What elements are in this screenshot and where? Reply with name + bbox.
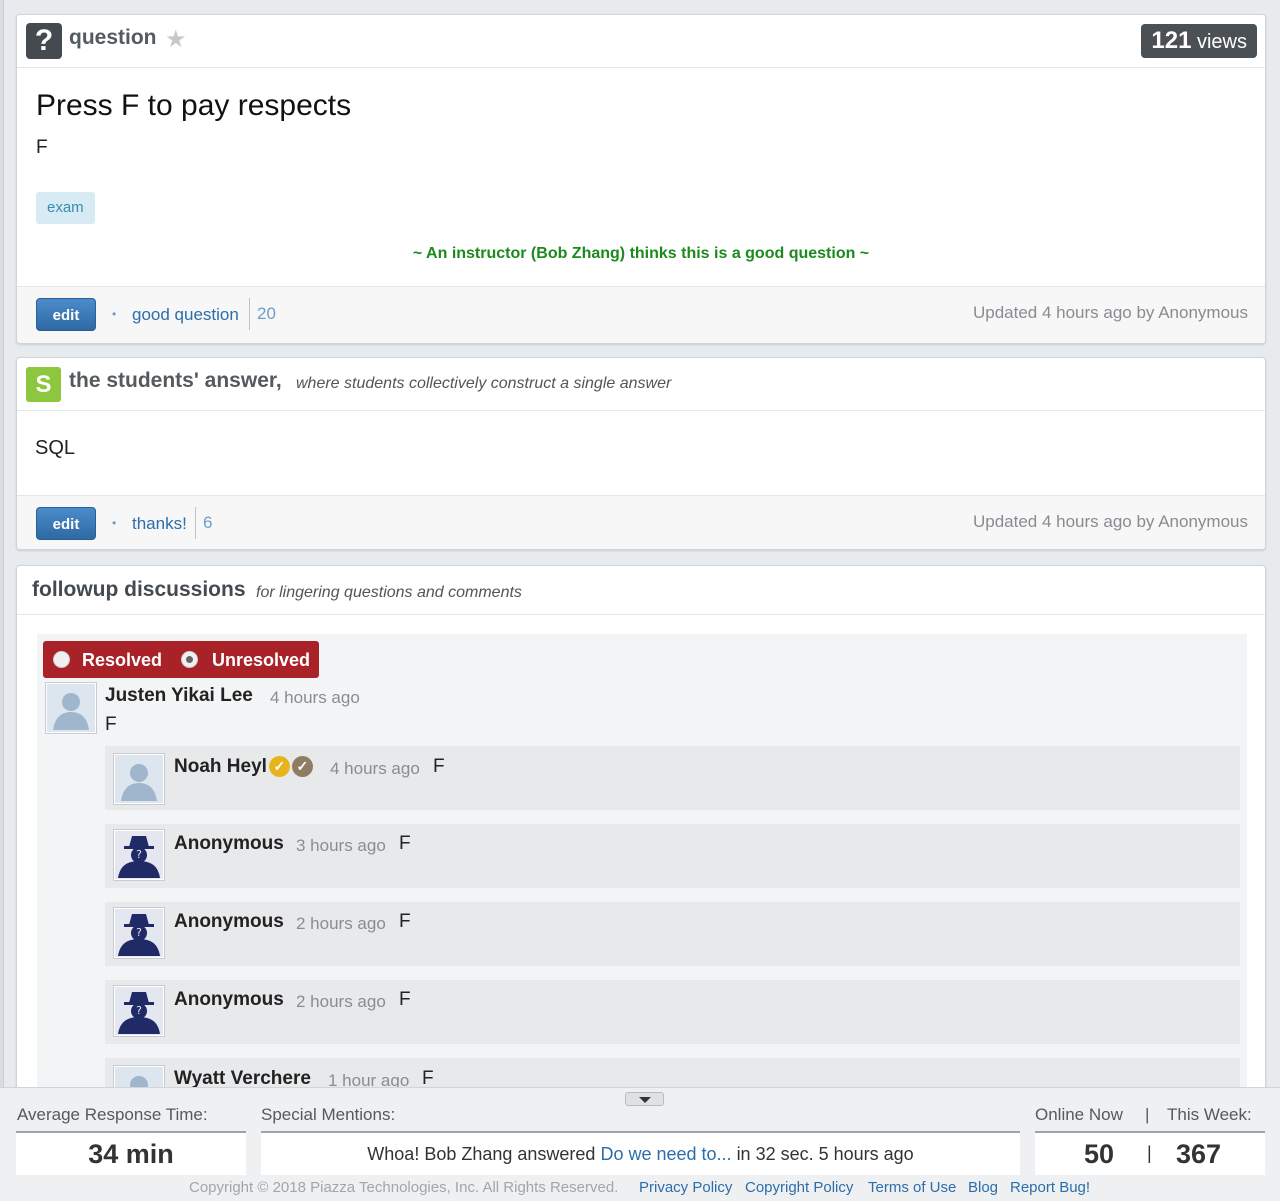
- this-week-value: 367: [1176, 1139, 1222, 1169]
- anonymous-icon: ?: [115, 831, 163, 879]
- followup-card: followup discussions for lingering quest…: [16, 565, 1266, 1105]
- students-answer-footer: edit • thanks! 6 Updated 4 hours ago by …: [17, 495, 1265, 549]
- question-header: ? question ★ 121 views: [17, 15, 1265, 68]
- reply-time: 3 hours ago: [296, 836, 386, 855]
- reply-time: 2 hours ago: [296, 914, 386, 933]
- reply-time: 4 hours ago: [330, 759, 420, 778]
- copyright-policy-link[interactable]: Copyright Policy: [745, 1179, 853, 1196]
- stats-bar: Average Response Time: Special Mentions:…: [0, 1087, 1280, 1201]
- report-bug-link[interactable]: Report Bug!: [1010, 1179, 1090, 1196]
- students-answer-card: S the students' answer, where students c…: [16, 357, 1266, 550]
- views-badge: 121 views: [1141, 24, 1257, 58]
- question-title: Press F to pay respects: [36, 89, 352, 122]
- students-answer-title: the students' answer,: [69, 369, 282, 392]
- avg-response-label: Average Response Time:: [17, 1105, 208, 1124]
- privacy-policy-link[interactable]: Privacy Policy: [639, 1179, 732, 1196]
- copyright-text: Copyright © 2018 Piazza Technologies, In…: [189, 1179, 619, 1196]
- good-question-count: 20: [249, 298, 276, 330]
- unresolved-radio[interactable]: [181, 651, 198, 668]
- terms-of-use-link[interactable]: Terms of Use: [868, 1179, 956, 1196]
- separator-dot: •: [112, 516, 117, 530]
- stats-separator: |: [1145, 1105, 1150, 1124]
- online-now-label: Online Now: [1035, 1105, 1123, 1124]
- comment-time: 4 hours ago: [270, 688, 360, 707]
- reply-text: F: [399, 833, 411, 854]
- unresolved-label[interactable]: Unresolved: [212, 650, 310, 671]
- left-edge: [0, 0, 4, 1201]
- reply-item: ? Anonymous 2 hours ago F: [105, 902, 1240, 966]
- anonymous-icon: ?: [115, 909, 163, 957]
- students-answer-header: S the students' answer, where students c…: [17, 358, 1265, 411]
- question-footer: edit • good question 20 Updated 4 hours …: [17, 286, 1265, 343]
- students-badge-icon: S: [26, 367, 61, 402]
- mention-link[interactable]: Do we need to...: [600, 1144, 731, 1164]
- reply-item: Noah Heyl ✓ ✓ 4 hours ago F: [105, 746, 1240, 810]
- mention-text-post: in 32 sec. 5 hours ago: [736, 1144, 914, 1164]
- good-question-link[interactable]: good question: [132, 305, 239, 325]
- person-icon: [47, 684, 95, 732]
- blog-link[interactable]: Blog: [968, 1179, 998, 1196]
- views-label: views: [1196, 31, 1247, 53]
- avatar-anonymous: ?: [113, 907, 165, 959]
- mention-text-pre: Whoa! Bob Zhang answered: [367, 1144, 596, 1164]
- avatar-placeholder: [113, 753, 165, 805]
- reply-author[interactable]: Noah Heyl ✓ ✓: [174, 756, 313, 778]
- reply-author-name: Noah Heyl: [174, 756, 267, 777]
- edit-answer-button[interactable]: edit: [36, 507, 96, 540]
- svg-text:?: ?: [136, 848, 142, 861]
- special-mention: Whoa! Bob Zhang answered Do we need to..…: [261, 1131, 1020, 1175]
- separator-dot: •: [112, 307, 117, 321]
- thanks-link[interactable]: thanks!: [132, 514, 187, 534]
- special-mentions-label: Special Mentions:: [261, 1105, 396, 1124]
- reply-author[interactable]: Anonymous: [174, 911, 284, 933]
- avatar-placeholder: [45, 682, 97, 734]
- students-answer-subtitle: where students collectively construct a …: [296, 375, 672, 392]
- svg-text:?: ?: [136, 926, 142, 939]
- reply-item: ? Anonymous 2 hours ago F: [105, 980, 1240, 1044]
- online-separator: |: [1147, 1143, 1152, 1163]
- students-answer-body: SQL: [35, 437, 76, 459]
- question-label: question: [69, 26, 157, 49]
- question-updated: Updated 4 hours ago by Anonymous: [972, 303, 1248, 322]
- reply-author[interactable]: Anonymous: [174, 989, 284, 1011]
- resolved-radio[interactable]: [53, 651, 70, 668]
- followup-header: followup discussions for lingering quest…: [17, 566, 1265, 615]
- this-week-label: This Week:: [1167, 1105, 1252, 1124]
- endorsement-note: ~ An instructor (Bob Zhang) thinks this …: [412, 245, 870, 262]
- avatar-anonymous: ?: [113, 985, 165, 1037]
- collapse-toggle[interactable]: [625, 1092, 664, 1106]
- avg-response-value: 34 min: [16, 1131, 246, 1175]
- star-icon[interactable]: ★: [165, 25, 187, 54]
- reply-author[interactable]: Anonymous: [174, 833, 284, 855]
- views-count: 121: [1151, 27, 1192, 54]
- answer-updated: Updated 4 hours ago by Anonymous: [972, 512, 1248, 531]
- question-mark-icon: ?: [26, 23, 62, 59]
- online-stats: 50 | 367: [1035, 1131, 1265, 1175]
- comment-text: F: [105, 714, 117, 735]
- verified-bronze-icon: ✓: [291, 756, 313, 777]
- edit-question-button[interactable]: edit: [36, 298, 96, 331]
- resolve-toggle: Resolved Unresolved: [43, 641, 319, 678]
- avatar-anonymous: ?: [113, 829, 165, 881]
- question-card: ? question ★ 121 views Press F to pay re…: [16, 14, 1266, 344]
- reply-text: F: [399, 911, 411, 932]
- reply-time: 2 hours ago: [296, 992, 386, 1011]
- comment-author[interactable]: Justen Yikai Lee: [105, 685, 253, 707]
- reply-item: ? Anonymous 3 hours ago F: [105, 824, 1240, 888]
- verified-gold-icon: ✓: [268, 756, 290, 777]
- question-body: F: [36, 137, 48, 158]
- svg-text:?: ?: [136, 1004, 142, 1017]
- person-icon: [115, 755, 163, 803]
- anonymous-icon: ?: [115, 987, 163, 1035]
- resolved-label[interactable]: Resolved: [82, 650, 162, 671]
- online-now-value: 50: [1084, 1139, 1115, 1169]
- tag-exam[interactable]: exam: [36, 192, 95, 224]
- followup-subtitle: for lingering questions and comments: [256, 584, 522, 601]
- followup-title: followup discussions: [32, 578, 246, 601]
- thanks-count: 6: [195, 507, 212, 539]
- reply-text: F: [399, 989, 411, 1010]
- followup-thread: Resolved Unresolved Justen Yikai Lee 4 h…: [37, 634, 1247, 1104]
- reply-text: F: [433, 756, 445, 777]
